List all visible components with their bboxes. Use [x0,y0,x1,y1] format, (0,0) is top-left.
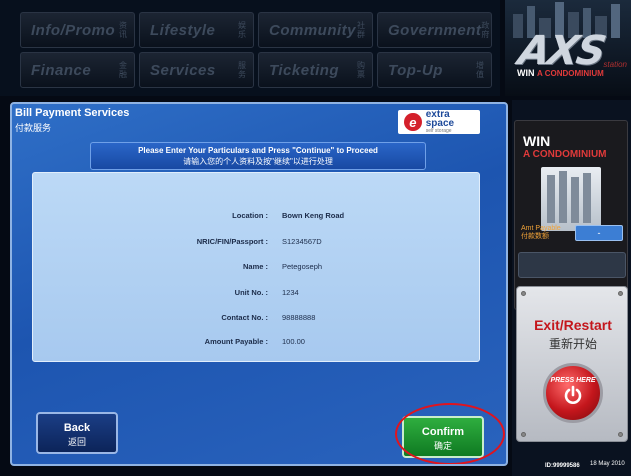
category-label: Government [388,21,482,39]
detail-value: Petegoseph [282,262,323,271]
category-info-promo[interactable]: Info/Promo 资讯 [20,12,135,48]
power-icon [564,385,582,404]
detail-label: Name : [242,262,268,271]
screw-icon [521,432,526,437]
detail-value: Bown Keng Road [282,211,345,220]
detail-label: NRIC/FIN/Passport : [196,237,268,246]
win-condo-text: A CONDOMINIUM [537,69,604,78]
merchant-logo-icon: e [404,113,422,131]
back-button[interactable]: Back 返回 [36,412,118,454]
merchant-logo-text: extra space self storage [425,109,480,135]
bill-payment-panel: Bill Payment Services 付款服务 e extra space… [10,102,508,466]
category-label-cn: 服务 [238,61,246,79]
page-title: Bill Payment Services [15,107,130,119]
page-title-cn: 付款服务 [15,123,52,133]
category-ticketing[interactable]: Ticketing 购票 [258,52,373,88]
category-label-cn: 娱乐 [238,21,246,39]
particulars-box: Location : Bown Keng Road NRIC/FIN/Passp… [32,172,480,362]
instruction-bar: Please Enter Your Particulars and Press … [90,142,426,170]
exit-restart-label: Exit/Restart [534,317,612,333]
exit-restart-label-cn: 重新开始 [548,337,597,351]
amount-payable-label-cn: 付款数额 [521,233,549,240]
category-label: Top-Up [388,61,443,79]
detail-label: Amount Payable : [204,337,268,346]
detail-row-unit: Unit No. : 1234 [33,288,481,302]
exit-restart-panel: Exit/Restart 重新开始 PRESS HERE [516,286,628,442]
win-word: WIN [517,68,535,78]
brand-area: AXS station WIN A CONDOMINIUM [505,0,631,96]
detail-row-nric: NRIC/FIN/Passport : S1234567D [33,237,481,251]
amount-payable-label-en: Amt Payable [521,225,561,232]
detail-value: S1234567D [282,237,322,246]
axs-station-text: station [603,60,627,69]
category-label: Community [269,21,356,39]
category-label-cn: 增值 [476,61,484,79]
category-top-up[interactable]: Top-Up 增值 [377,52,492,88]
category-label-cn: 资讯 [119,21,127,39]
win-tagline: WIN A CONDOMINIUM [517,68,604,78]
category-label-cn: 社群 [357,21,365,39]
detail-row-location: Location : Bown Keng Road [33,211,481,225]
confirm-highlight-ring [395,403,505,464]
sidebar-blank-slot [518,252,626,278]
kiosk-id: ID:99999586 [545,463,580,469]
amount-payable-value: - [575,225,623,241]
back-button-label: Back [63,422,91,434]
category-label: Services [150,61,216,79]
promo-win: WIN [523,133,551,149]
condominium-image [541,167,601,231]
merchant-name: extra space [425,109,455,129]
category-government[interactable]: Government 政府 [377,12,492,48]
promo-condo: A CONDOMINIUM [523,149,607,160]
category-label: Info/Promo [31,21,116,39]
category-label-cn: 购票 [357,61,365,79]
sidebar: WIN A CONDOMINIUM Amt Payable 付款数额 - Exi… [512,100,631,476]
category-label: Ticketing [269,61,340,79]
screw-icon [521,291,526,296]
kiosk-date: 18 May 2010 [590,461,625,467]
screw-icon [618,432,623,437]
category-menu: Info/Promo 资讯 Lifestyle 娱乐 Community 社群 … [0,0,500,96]
instruction-text-cn: 请输入您的个人资料及按"继续"以进行处理 [183,157,333,166]
category-lifestyle[interactable]: Lifestyle 娱乐 [139,12,254,48]
detail-value: 100.00 [282,337,305,346]
detail-label: Contact No. : [221,313,268,322]
amount-payable-label: Amt Payable 付款数额 [521,225,561,241]
detail-label: Location : [232,211,268,220]
press-here-text: PRESS HERE [550,377,596,384]
back-button-label-cn: 返回 [67,437,86,447]
detail-value: 1234 [282,288,299,297]
merchant-logo: e extra space self storage [398,110,480,134]
detail-label: Unit No. : [234,288,268,297]
detail-value: 98888888 [282,313,316,322]
category-community[interactable]: Community 社群 [258,12,373,48]
detail-row-name: Name : Petegoseph [33,262,481,276]
detail-row-amount: Amount Payable : 100.00 [33,337,481,351]
instruction-text: Please Enter Your Particulars and Press … [138,146,378,155]
category-label-cn: 金融 [119,61,127,79]
category-finance[interactable]: Finance 金融 [20,52,135,88]
screw-icon [618,291,623,296]
category-label: Lifestyle [150,21,216,39]
category-label: Finance [31,61,92,79]
detail-row-contact: Contact No. : 98888888 [33,313,481,327]
promo-card[interactable]: WIN A CONDOMINIUM Amt Payable 付款数额 - [514,120,628,310]
exit-restart-button[interactable]: PRESS HERE [543,363,603,423]
category-services[interactable]: Services 服务 [139,52,254,88]
category-label-cn: 政府 [481,21,490,39]
